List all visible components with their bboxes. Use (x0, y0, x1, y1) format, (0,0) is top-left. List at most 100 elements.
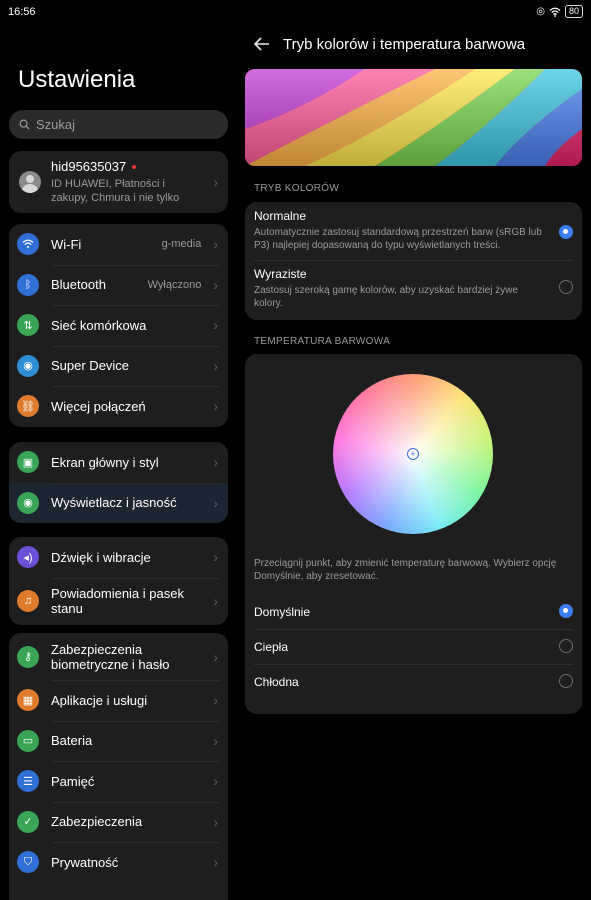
sidebar-item-label: Zabezpieczenia biometryczne i hasło (51, 641, 170, 672)
display-group: ▣ Ekran główny i styl › ◉ Wyświetlacz i … (9, 442, 228, 523)
chevron-right-icon: › (213, 317, 218, 334)
chevron-right-icon: › (213, 593, 218, 609)
sidebar-item-bluetooth[interactable]: ᛒ Bluetooth Wyłączono › (9, 264, 228, 306)
super-device-icon: ◉ (17, 354, 39, 377)
sidebar-item-label: Bateria (51, 733, 93, 749)
chevron-right-icon: › (213, 357, 218, 374)
mode-option-desc: Automatycznie zastosuj standardową przes… (254, 227, 542, 251)
sidebar-item-wifi[interactable]: Wi-Fi g-media › (9, 224, 228, 265)
mode-option-desc: Zastosuj szeroką gamę kolorów, aby uzysk… (254, 285, 519, 309)
chevron-right-icon: › (213, 732, 218, 749)
storage-icon: ☰ (17, 770, 39, 793)
wifi-status-icon (549, 7, 561, 17)
chevron-right-icon: › (213, 773, 218, 790)
status-time: 16:56 (8, 6, 36, 18)
color-mode-section-label: TRYB KOLORÓW (254, 183, 340, 194)
chevron-right-icon: › (213, 454, 218, 471)
sidebar-item-more-connections[interactable]: ⛓ Więcej połączeń › (9, 386, 228, 427)
key-icon: ⚷ (17, 645, 39, 668)
radio-warm[interactable] (559, 639, 573, 653)
search-bar[interactable]: Szukaj (9, 110, 228, 139)
chevron-right-icon: › (213, 174, 218, 190)
settings-title: Ustawienia (18, 66, 136, 93)
sound-group: ◂) Dźwięk i wibracje › ♫ Powiadomienia i… (9, 537, 228, 625)
radio-default[interactable] (559, 604, 573, 618)
radio-vivid[interactable] (559, 280, 573, 294)
temp-option-warm[interactable]: Ciepła (254, 629, 573, 664)
account-card[interactable]: hid95635037 ID HUAWEI, Płatności i zakup… (9, 151, 228, 213)
sidebar-item-label: Zabezpieczenia (51, 814, 143, 830)
sidebar-item-privacy[interactable]: ⛉ Prywatność › (9, 842, 228, 883)
home-screen-icon: ▣ (17, 451, 39, 474)
page-title: Tryb kolorów i temperatura barwowa (283, 36, 526, 53)
status-icons: ◎ 80 (536, 5, 583, 18)
status-bar: 16:56 ◎ 80 (0, 0, 591, 24)
temp-option-default[interactable]: Domyślnie (254, 594, 573, 629)
radio-cool[interactable] (559, 674, 573, 688)
battery-indicator: 80 (564, 5, 583, 18)
account-subtitle: ID HUAWEI, Płatności i zakupy, Chmura i … (51, 178, 180, 204)
sidebar-item-battery[interactable]: ▭ Bateria › (9, 720, 228, 762)
sidebar-item-label: Powiadomienia i pasek stanu (51, 586, 184, 616)
sidebar-item-label: Sieć komórkowa (51, 317, 147, 333)
sidebar-item-value: g-media (161, 238, 202, 251)
color-mode-card: Normalne Automatycznie zastosuj standard… (245, 202, 582, 320)
temperature-hint: Przeciągnij punkt, aby zmienić temperatu… (254, 558, 557, 582)
mode-option-title: Wyraziste (254, 267, 307, 281)
sidebar-item-notifications[interactable]: ♫ Powiadomienia i pasek stanu › (9, 577, 228, 625)
sidebar-item-label: Wi-Fi (51, 236, 82, 252)
search-placeholder: Szukaj (36, 117, 76, 132)
radio-normal[interactable] (559, 225, 573, 239)
sidebar-item-label: Aplikacje i usługi (51, 692, 148, 708)
security-group: ⚷ Zabezpieczenia biometryczne i hasło › … (9, 633, 228, 900)
sidebar-item-label: Super Device (51, 358, 130, 374)
chevron-right-icon: › (213, 648, 218, 665)
sidebar-item-label: Więcej połączeń (51, 398, 146, 414)
sidebar-item-storage[interactable]: ☰ Pamięć › (9, 761, 228, 802)
account-name: hid95635037 (51, 159, 127, 174)
sidebar-item-value: Wyłączono (147, 278, 202, 291)
wifi-icon (17, 233, 39, 256)
connections-group: Wi-Fi g-media › ᛒ Bluetooth Wyłączono › … (9, 224, 228, 427)
sidebar-item-label: Ekran główny i styl (51, 454, 159, 470)
sidebar-item-label: Wyświetlacz i jasność (51, 495, 177, 511)
back-arrow-icon[interactable] (252, 34, 272, 54)
mode-option-normal[interactable]: Normalne Automatycznie zastosuj standard… (245, 202, 582, 260)
chevron-right-icon: › (213, 494, 218, 511)
sidebar-item-label: Bluetooth (51, 277, 106, 293)
shield-icon: ✓ (17, 810, 39, 833)
sidebar-item-super-device[interactable]: ◉ Super Device › (9, 345, 228, 387)
sidebar-item-label: Dźwięk i wibracje (51, 549, 151, 565)
chevron-right-icon: › (213, 692, 218, 709)
chevron-right-icon: › (213, 549, 218, 566)
sidebar-item-home-screen[interactable]: ▣ Ekran główny i styl › (9, 442, 228, 483)
temp-option-label: Chłodna (254, 674, 299, 689)
search-icon (19, 119, 30, 130)
eye-icon: ◉ (17, 491, 39, 514)
chevron-right-icon: › (213, 236, 218, 253)
notification-dot (132, 164, 137, 169)
link-icon: ⛓ (17, 395, 39, 418)
mode-option-vivid[interactable]: Wyraziste Zastosuj szeroką gamę kolorów,… (245, 260, 582, 310)
bell-icon: ♫ (17, 590, 39, 612)
privacy-icon: ⛉ (17, 851, 39, 874)
sidebar-item-display[interactable]: ◉ Wyświetlacz i jasność › (9, 482, 228, 523)
wheel-handle[interactable]: + (407, 448, 419, 460)
sidebar-item-cellular[interactable]: ⇅ Sieć komórkowa › (9, 305, 228, 346)
avatar (19, 171, 41, 193)
color-temperature-wheel[interactable]: + (333, 374, 493, 534)
chevron-right-icon: › (213, 276, 218, 293)
battery-icon: ▭ (17, 729, 39, 752)
sidebar-item-label: Prywatność (51, 854, 119, 870)
temp-option-cool[interactable]: Chłodna (254, 664, 573, 699)
bluetooth-icon: ᛒ (17, 273, 39, 296)
sidebar-item-sound[interactable]: ◂) Dźwięk i wibracje › (9, 537, 228, 578)
sidebar-item-apps[interactable]: ▦ Aplikacje i usługi › (9, 680, 228, 721)
mode-option-title: Normalne (254, 209, 307, 223)
chevron-right-icon: › (213, 398, 218, 415)
sidebar-item-security[interactable]: ✓ Zabezpieczenia › (9, 801, 228, 843)
nfc-icon: ◎ (536, 6, 545, 17)
sidebar-item-biometrics[interactable]: ⚷ Zabezpieczenia biometryczne i hasło › (9, 633, 228, 680)
color-banner-image (245, 69, 582, 166)
temp-option-label: Ciepła (254, 639, 289, 654)
